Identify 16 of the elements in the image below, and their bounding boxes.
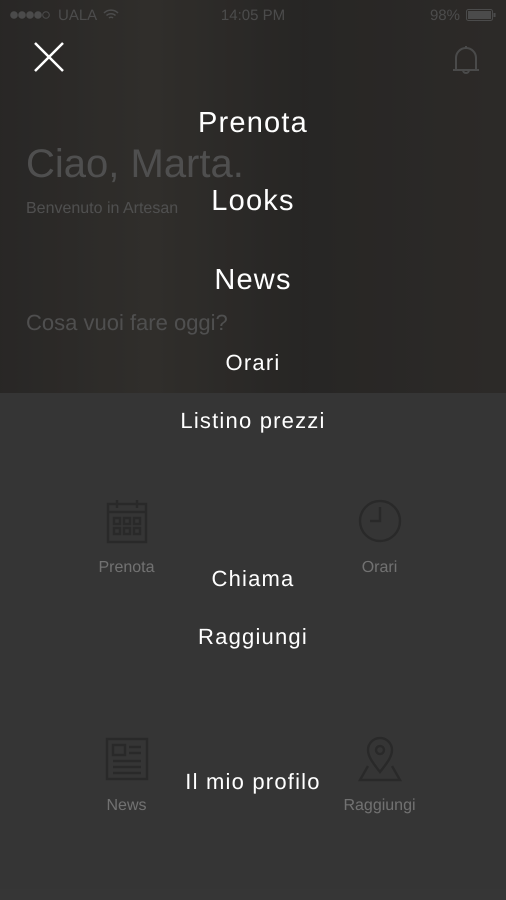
action-label: Prenota bbox=[98, 559, 155, 577]
action-label: News bbox=[106, 797, 146, 815]
close-button[interactable] bbox=[32, 40, 66, 74]
menu-item[interactable]: Chiama bbox=[211, 563, 294, 595]
menu-item[interactable]: Il mio profilo bbox=[185, 766, 321, 798]
wifi-icon bbox=[103, 9, 120, 21]
signal-icon bbox=[10, 11, 52, 19]
menu-item[interactable]: Listino prezzi bbox=[180, 405, 326, 437]
menu-item[interactable]: Orari bbox=[226, 347, 280, 379]
menu-item[interactable]: News bbox=[214, 260, 292, 300]
action-label: Raggiungi bbox=[343, 797, 416, 815]
action-label: Orari bbox=[362, 559, 398, 577]
menu-item[interactable]: Looks bbox=[211, 181, 295, 221]
menu-item[interactable]: Prenota bbox=[198, 103, 308, 143]
battery-icon bbox=[466, 9, 496, 21]
menu-item[interactable]: Raggiungi bbox=[198, 621, 308, 653]
